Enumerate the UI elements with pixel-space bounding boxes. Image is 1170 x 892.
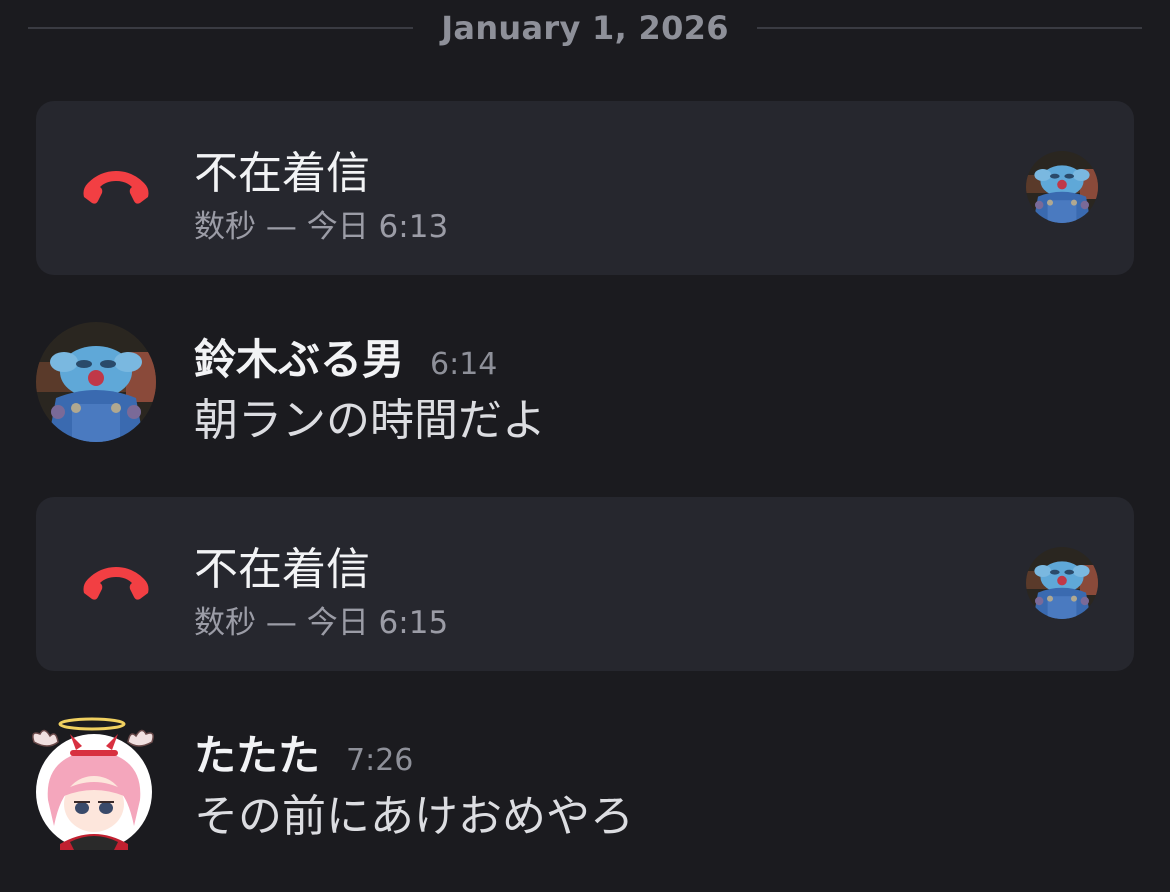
call-meta: 数秒 — 今日 6:13 [194,209,449,245]
call-title: 不在着信 [194,544,370,595]
phone-hangup-icon [80,163,152,207]
username[interactable]: たたた [194,722,320,783]
message-text: その前にあけおめやろ [194,791,634,842]
timestamp: 7:26 [346,743,414,778]
date-label: January 1, 2026 [441,9,729,47]
blue-mascot-avatar[interactable] [1026,547,1098,619]
timestamp: 6:14 [430,347,498,382]
username[interactable]: 鈴木ぶる男 [194,326,404,387]
call-title: 不在着信 [194,148,370,199]
phone-hangup-icon [80,559,152,603]
blue-mascot-avatar[interactable] [36,322,156,442]
anime-girl-avatar[interactable] [32,717,156,850]
call-meta: 数秒 — 今日 6:15 [194,605,449,641]
message-header: 鈴木ぶる男 6:14 [194,326,497,387]
divider-line-left [28,27,414,29]
divider-line-right [756,27,1142,29]
message-text: 朝ランの時間だよ [194,395,546,446]
date-divider: January 1, 2026 [28,8,1142,48]
missed-call-card[interactable]: 不在着信 数秒 — 今日 6:15 [36,497,1134,671]
message-header: たたた 7:26 [194,722,413,783]
blue-mascot-avatar[interactable] [1026,151,1098,223]
message-row[interactable]: 鈴木ぶる男 6:14 朝ランの時間だよ [0,322,1170,462]
missed-call-card[interactable]: 不在着信 数秒 — 今日 6:13 [36,101,1134,275]
message-row[interactable]: たたた 7:26 その前にあけおめやろ [0,717,1170,858]
